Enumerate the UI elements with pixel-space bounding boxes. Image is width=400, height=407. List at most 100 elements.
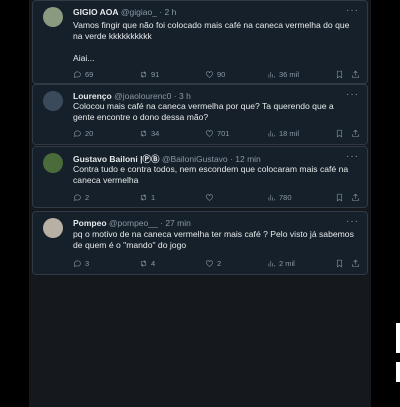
heart-icon xyxy=(206,71,213,78)
tweet-text: Contra tudo e contra todos, nem escondem… xyxy=(73,164,349,185)
tweet-card[interactable]: Gustavo Bailoni |ⓅⒷ @BailoniGustavo · 12… xyxy=(32,146,368,208)
share-button[interactable] xyxy=(351,70,360,79)
bookmark-button[interactable] xyxy=(335,193,344,202)
timestamp[interactable]: 27 min xyxy=(165,218,191,228)
timestamp[interactable]: 3 h xyxy=(179,91,191,101)
retweet-count: 91 xyxy=(151,70,160,79)
retweet-count: 34 xyxy=(151,129,160,138)
scrollbar-thumb-lower[interactable] xyxy=(396,362,400,382)
tweet-card[interactable]: GIGIO AOA @gigiao_ · 2 h ··· Vamos fingi… xyxy=(32,0,368,84)
views-count: 18 mil xyxy=(279,129,300,138)
views-count: 2 mil xyxy=(279,259,295,268)
author-name[interactable]: Gustavo Bailoni xyxy=(73,154,138,164)
avatar-image xyxy=(43,218,63,238)
timestamp[interactable]: 12 min xyxy=(235,154,261,164)
tweet-header: GIGIO AOA @gigiao_ · 2 h xyxy=(73,7,359,21)
author-handle[interactable]: @BailoniGustavo xyxy=(162,154,228,164)
left-black-margin xyxy=(0,0,29,407)
views-icon xyxy=(268,194,275,201)
tweet-actions: 20 34 701 18 mil xyxy=(73,129,359,141)
tweet-text-line: Vamos fingir que não foi colocado mais c… xyxy=(73,20,350,41)
timestamp[interactable]: 2 h xyxy=(165,7,177,17)
avatar[interactable] xyxy=(43,91,63,111)
like-count: 90 xyxy=(217,70,226,79)
tweet-text-line-2: Aiai... xyxy=(73,53,95,63)
reply-button[interactable]: 20 xyxy=(73,129,93,138)
author-handle[interactable]: @gigiao_ xyxy=(121,7,157,17)
views-icon xyxy=(268,71,275,78)
avatar[interactable] xyxy=(43,7,63,27)
tweet-text: Colocou mais café na caneca vermelha por… xyxy=(73,101,334,122)
like-count: 2 xyxy=(217,259,222,268)
retweet-count: 4 xyxy=(151,259,156,268)
tweet-actions: 2 1 780 xyxy=(73,193,359,205)
avatar-image xyxy=(43,153,63,173)
reply-icon xyxy=(74,71,81,79)
author-handle[interactable]: @joaolourenc0 xyxy=(114,91,171,101)
scrollbar-thumb[interactable] xyxy=(396,323,400,353)
more-icon[interactable]: ··· xyxy=(346,151,359,162)
tweet-actions: 69 91 90 36 mil xyxy=(73,70,359,82)
author-name[interactable]: Pompeo xyxy=(73,218,107,228)
views-button[interactable]: 780 xyxy=(267,193,292,202)
more-icon[interactable]: ··· xyxy=(346,89,359,100)
avatar[interactable] xyxy=(43,218,63,238)
separator-dot: · xyxy=(160,218,163,228)
share-button[interactable] xyxy=(351,193,360,202)
views-icon xyxy=(268,130,275,137)
reply-button[interactable]: 69 xyxy=(73,70,93,79)
views-count: 780 xyxy=(279,193,292,202)
like-button[interactable] xyxy=(205,193,217,202)
reply-icon xyxy=(74,130,81,138)
retweet-button[interactable]: 4 xyxy=(139,259,155,268)
tweet-card[interactable]: Lourenço @joaolourenc0 · 3 h ··· Colocou… xyxy=(32,84,368,145)
reply-button[interactable]: 3 xyxy=(73,259,89,268)
reply-button[interactable]: 2 xyxy=(73,193,89,202)
views-button[interactable]: 2 mil xyxy=(267,259,295,268)
heart-icon xyxy=(206,260,213,267)
bookmark-icon xyxy=(336,70,343,79)
author-name[interactable]: GIGIO AOA xyxy=(73,7,119,17)
avatar[interactable] xyxy=(43,153,63,173)
retweet-button[interactable]: 34 xyxy=(139,129,159,138)
share-icon xyxy=(352,70,359,78)
views-button[interactable]: 18 mil xyxy=(267,129,299,138)
more-icon[interactable]: ··· xyxy=(346,5,359,16)
share-icon xyxy=(352,259,359,267)
bookmark-button[interactable] xyxy=(335,259,344,268)
retweet-icon xyxy=(140,194,147,201)
reply-icon xyxy=(74,260,81,268)
author-name[interactable]: Lourenço xyxy=(73,91,112,101)
retweet-button[interactable]: 91 xyxy=(139,70,159,79)
share-button[interactable] xyxy=(351,129,360,138)
share-icon xyxy=(352,193,359,201)
reply-count: 20 xyxy=(85,129,94,138)
bookmark-icon xyxy=(336,193,343,202)
tweet-card[interactable]: Pompeo @pompeo__ · 27 min ··· pq o motiv… xyxy=(32,211,368,275)
more-icon[interactable]: ··· xyxy=(346,216,359,227)
separator-dot: · xyxy=(173,91,177,101)
name-badge: |ⓅⒷ xyxy=(140,154,160,164)
avatar-image xyxy=(43,91,63,111)
like-button[interactable]: 701 xyxy=(205,129,230,138)
heart-icon xyxy=(206,194,213,201)
heart-icon xyxy=(206,130,213,137)
views-icon xyxy=(268,260,275,267)
separator-dot: · xyxy=(230,154,233,164)
share-button[interactable] xyxy=(351,259,360,268)
share-icon xyxy=(352,129,359,137)
retweet-button[interactable]: 1 xyxy=(139,193,155,202)
like-button[interactable]: 90 xyxy=(205,70,225,79)
like-count: 701 xyxy=(217,129,230,138)
author-handle[interactable]: @pompeo__ xyxy=(109,218,158,228)
reply-count: 2 xyxy=(85,193,90,202)
retweet-count: 1 xyxy=(151,193,156,202)
like-button[interactable]: 2 xyxy=(205,259,221,268)
views-button[interactable]: 36 mil xyxy=(267,70,299,79)
tweet-text: Vamos fingir que não foi colocado mais c… xyxy=(73,20,357,64)
separator-dot: · xyxy=(159,7,163,17)
reply-icon xyxy=(74,194,81,202)
bookmark-button[interactable] xyxy=(335,129,344,138)
retweet-icon xyxy=(140,260,147,267)
bookmark-button[interactable] xyxy=(335,70,344,79)
